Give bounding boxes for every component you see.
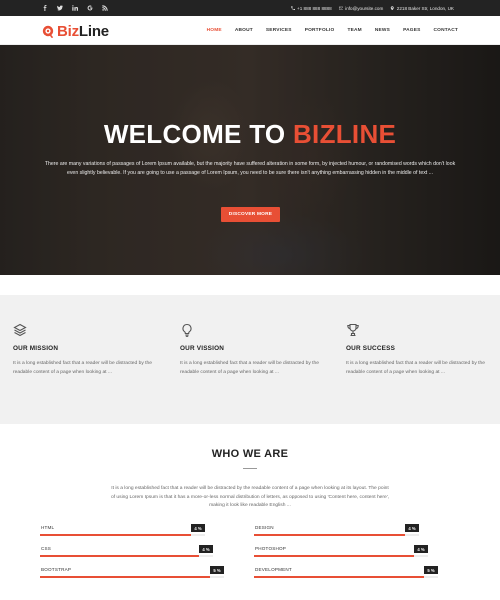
skill-track (254, 576, 438, 578)
who-we-are-section: WHO WE ARE It is a long established fact… (0, 424, 500, 600)
hero-content: WELCOME TO BIZLINE There are many variat… (0, 45, 500, 275)
feature-title: OUR VISSION (180, 345, 225, 352)
social-links (42, 0, 108, 16)
lightbulb-icon (180, 323, 194, 337)
email-contact: info@yoursite.com (338, 6, 383, 11)
skill-fill (40, 576, 210, 578)
skill-name: DESIGN (255, 525, 274, 530)
phone-icon (290, 5, 295, 11)
layers-icon (13, 323, 27, 337)
title-divider (243, 468, 257, 469)
hero-title-accent: BIZLINE (292, 119, 397, 149)
skill-fill (254, 534, 405, 536)
contact-info: +1 888 888 8888 info@yoursite.com 2218 B… (290, 0, 454, 16)
nav-pages[interactable]: PAGES (403, 28, 420, 33)
facebook-icon[interactable] (42, 5, 48, 11)
skill-bar: DESIGN 4 % (254, 524, 419, 539)
skill-name: BOOTSTRAP (41, 567, 72, 572)
skill-name: HTML (41, 525, 55, 530)
skill-track (40, 534, 205, 536)
nav-home[interactable]: HOME (207, 28, 222, 33)
features-section: OUR MISSION It is a long established fac… (0, 295, 500, 424)
nav-news[interactable]: NEWS (375, 28, 390, 33)
skill-percent-badge: 4 % (199, 545, 213, 553)
hero-section: WELCOME TO BIZLINE There are many variat… (0, 45, 500, 275)
top-bar: +1 888 888 8888 info@yoursite.com 2218 B… (0, 0, 500, 16)
feature-vission: OUR VISSION It is a long established fac… (180, 323, 330, 377)
nav-team[interactable]: TEAM (347, 28, 361, 33)
skill-name: CSS (41, 546, 52, 551)
google-icon[interactable] (87, 5, 93, 11)
site-header: BizLine HOME ABOUT SERVICES PORTFOLIO TE… (0, 16, 500, 45)
email-address[interactable]: info@yoursite.com (345, 6, 383, 11)
map-marker-icon (391, 5, 395, 11)
logo-mark-icon (42, 25, 54, 38)
feature-success: OUR SUCCESS It is a long established fac… (346, 323, 496, 377)
skill-bar: HTML 4 % (40, 524, 205, 539)
trophy-icon (346, 323, 360, 337)
rss-icon[interactable] (102, 5, 108, 11)
nav-services[interactable]: SERVICES (266, 28, 292, 33)
logo-text-prefix: Biz (57, 23, 79, 40)
phone-contact: +1 888 888 8888 (290, 5, 332, 11)
discover-more-button[interactable]: DISCOVER MORE (221, 207, 280, 222)
feature-mission: OUR MISSION It is a long established fac… (13, 323, 163, 377)
skill-name: DEVELOPMENT (255, 567, 292, 572)
skill-bar: DEVELOPMENT 5 % (254, 566, 438, 581)
skill-fill (40, 534, 191, 536)
feature-title: OUR SUCCESS (346, 345, 396, 352)
skill-track (254, 534, 419, 536)
logo[interactable]: BizLine (42, 23, 109, 40)
skill-percent-badge: 5 % (210, 566, 224, 574)
twitter-icon[interactable] (57, 5, 63, 11)
phone-number[interactable]: +1 888 888 8888 (297, 6, 332, 11)
skill-bar: CSS 4 % (40, 545, 213, 560)
section-title: WHO WE ARE (211, 448, 289, 460)
skill-fill (254, 555, 414, 557)
nav-contact[interactable]: CONTACT (434, 28, 459, 33)
skill-bar: BOOTSTRAP 5 % (40, 566, 224, 581)
skill-bar: PHOTOSHOP 4 % (254, 545, 428, 560)
skill-name: PHOTOSHOP (255, 546, 287, 551)
skill-fill (40, 555, 199, 557)
hero-title-prefix: WELCOME TO (103, 119, 293, 149)
section-intro: It is a long established fact that a rea… (110, 486, 390, 508)
skill-fill (254, 576, 424, 578)
address-contact: 2218 Baker Str, London, UK (390, 6, 454, 11)
main-nav: HOME ABOUT SERVICES PORTFOLIO TEAM NEWS … (207, 16, 458, 45)
skill-track (254, 555, 428, 557)
skill-percent-badge: 4 % (414, 545, 428, 553)
logo-text-suffix: Line (78, 23, 109, 40)
address-text: 2218 Baker Str, London, UK (396, 5, 454, 11)
skill-percent-badge: 4 % (191, 524, 205, 532)
hero-description: There are many variations of passages of… (44, 161, 456, 176)
feature-title: OUR MISSION (13, 345, 59, 352)
skill-percent-badge: 5 % (424, 566, 438, 574)
feature-text: It is a long established fact that a rea… (13, 361, 152, 375)
logo-text: BizLine (57, 23, 109, 40)
feature-text: It is a long established fact that a rea… (180, 361, 319, 375)
skill-track (40, 555, 213, 557)
hero-title: WELCOME TO BIZLINE (0, 119, 500, 150)
envelope-icon (338, 6, 344, 10)
nav-about[interactable]: ABOUT (235, 28, 253, 33)
feature-text: It is a long established fact that a rea… (346, 361, 485, 375)
skill-track (40, 576, 224, 578)
skill-percent-badge: 4 % (405, 524, 419, 532)
nav-portfolio[interactable]: PORTFOLIO (305, 28, 335, 33)
linkedin-icon[interactable] (72, 5, 78, 11)
